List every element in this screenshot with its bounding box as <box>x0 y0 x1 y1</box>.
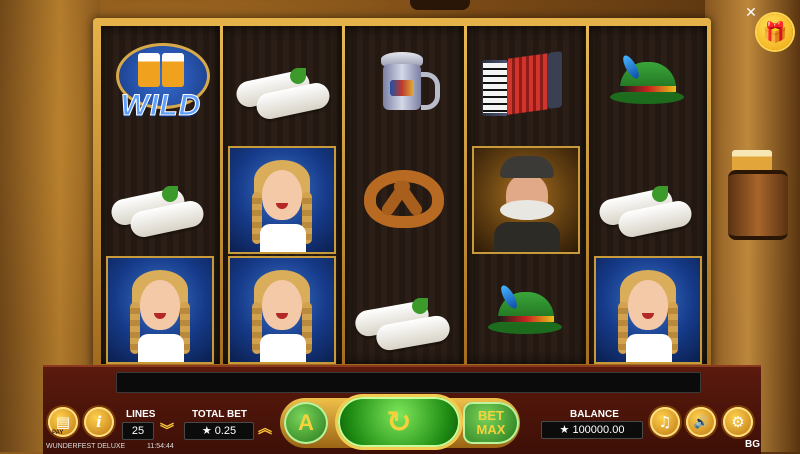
paytable-label: PAY <box>52 430 64 436</box>
total-bet-value: ★ 0.25 <box>184 422 254 440</box>
white-sausage-symbol <box>106 146 214 254</box>
reel-3 <box>345 26 463 364</box>
bet-decrease-icon[interactable]: ︾ <box>160 420 174 440</box>
old-man-card-symbol <box>472 146 580 254</box>
close-icon[interactable]: ✕ <box>744 6 758 20</box>
bet-max-button[interactable]: BET MAX <box>463 402 519 444</box>
pretzel-symbol <box>350 144 458 252</box>
wild-text: WILD <box>120 89 202 123</box>
provider-mark: BG <box>745 439 760 450</box>
girl-card-symbol <box>228 146 336 254</box>
gear-icon: ⚙ <box>731 413 745 431</box>
balance-value: ★ 100000.00 <box>541 421 643 439</box>
lines-value: 25 <box>122 422 154 440</box>
green-hat-symbol <box>472 258 580 366</box>
green-hat-symbol <box>594 30 702 138</box>
settings-button[interactable]: ⚙ <box>723 407 753 437</box>
message-bar <box>116 372 701 393</box>
gift-icon[interactable]: 🎁 <box>757 14 793 50</box>
balance-label: BALANCE <box>570 409 619 420</box>
lines-label: LINES <box>126 409 156 420</box>
spin-button[interactable]: ↻ <box>338 397 460 447</box>
spin-icon: ↻ <box>386 404 412 440</box>
total-bet-label: TOTAL BET <box>192 409 247 420</box>
bet-max-line1: BET <box>478 408 504 423</box>
reel-5 <box>589 26 707 364</box>
reel-2 <box>223 26 341 364</box>
ceiling-lamp <box>410 0 470 10</box>
reel-1: WILD <box>101 26 219 364</box>
autoplay-button[interactable]: A <box>284 402 328 444</box>
info-button[interactable]: i <box>84 407 114 437</box>
beer-stein-symbol <box>350 30 458 138</box>
speaker-icon: 🔊 <box>693 415 709 429</box>
bet-increase-icon[interactable]: ︽ <box>258 418 272 438</box>
stein-icon: ▤ <box>55 413 71 431</box>
barrel-decoration <box>728 170 788 240</box>
reel-4 <box>467 26 585 364</box>
accordion-symbol <box>472 30 580 138</box>
game-title: WUNDERFEST DELUXE <box>46 443 126 450</box>
girl-card-symbol <box>106 256 214 364</box>
girl-card-symbol <box>228 256 336 364</box>
white-sausage-symbol <box>228 34 336 142</box>
sound-button[interactable]: 🔊 <box>686 407 716 437</box>
info-icon: i <box>96 413 102 431</box>
music-note-icon: ♫ <box>658 413 672 431</box>
girl-card-symbol <box>594 256 702 364</box>
white-sausage-symbol <box>350 262 458 370</box>
reel-area: WILD <box>101 26 707 364</box>
bet-max-line2: MAX <box>476 422 506 437</box>
white-sausage-symbol <box>594 146 702 254</box>
clock: 11:54:44 <box>147 443 174 450</box>
beer-mugs-decoration <box>732 150 772 172</box>
wild-symbol: WILD <box>106 32 214 140</box>
music-button[interactable]: ♫ <box>650 407 680 437</box>
